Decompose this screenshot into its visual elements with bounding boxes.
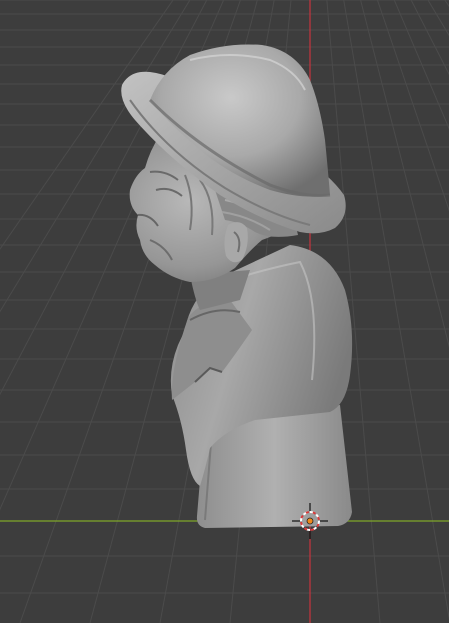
3d-viewport[interactable]: [0, 0, 449, 623]
object-origin-dot: [306, 517, 314, 525]
viewport-canvas[interactable]: [0, 0, 449, 623]
